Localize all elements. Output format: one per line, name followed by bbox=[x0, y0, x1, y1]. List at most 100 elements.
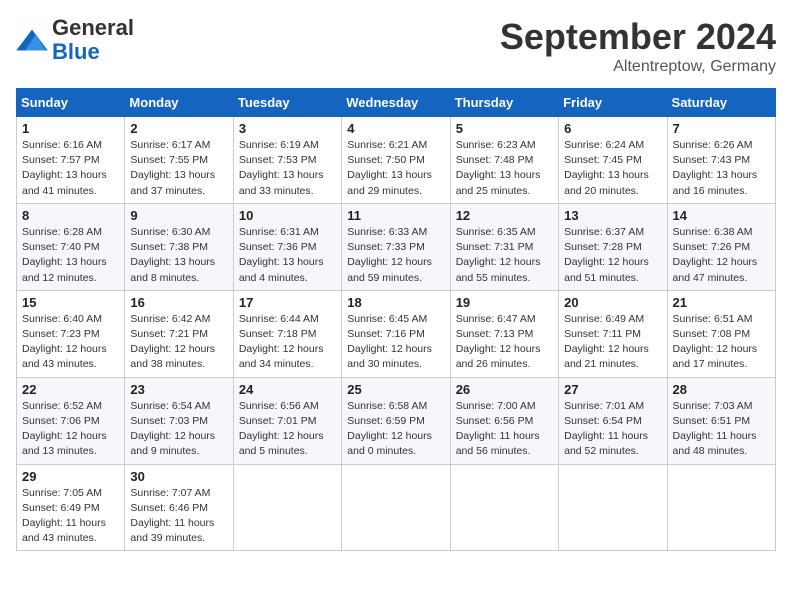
calendar-cell: 1 Sunrise: 6:16 AMSunset: 7:57 PMDaylight… bbox=[17, 117, 125, 204]
day-number: 21 bbox=[673, 295, 770, 310]
day-number: 6 bbox=[564, 121, 661, 136]
day-number: 9 bbox=[130, 208, 227, 223]
day-info: Sunrise: 6:30 AMSunset: 7:38 PMDaylight:… bbox=[130, 225, 227, 286]
title-block: September 2024 Altentreptow, Germany bbox=[500, 16, 776, 76]
calendar-cell: 27 Sunrise: 7:01 AMSunset: 6:54 PMDayligh… bbox=[559, 377, 667, 464]
calendar-cell bbox=[342, 464, 450, 551]
day-info: Sunrise: 6:37 AMSunset: 7:28 PMDaylight:… bbox=[564, 225, 661, 286]
calendar-week-3: 15 Sunrise: 6:40 AMSunset: 7:23 PMDayligh… bbox=[17, 290, 776, 377]
day-info: Sunrise: 6:16 AMSunset: 7:57 PMDaylight:… bbox=[22, 138, 119, 199]
day-number: 11 bbox=[347, 208, 444, 223]
day-info: Sunrise: 6:24 AMSunset: 7:45 PMDaylight:… bbox=[564, 138, 661, 199]
calendar-cell: 18 Sunrise: 6:45 AMSunset: 7:16 PMDayligh… bbox=[342, 290, 450, 377]
logo-text: General Blue bbox=[52, 16, 134, 64]
calendar-cell: 23 Sunrise: 6:54 AMSunset: 7:03 PMDayligh… bbox=[125, 377, 233, 464]
day-info: Sunrise: 6:35 AMSunset: 7:31 PMDaylight:… bbox=[456, 225, 553, 286]
day-number: 24 bbox=[239, 382, 336, 397]
calendar-week-4: 22 Sunrise: 6:52 AMSunset: 7:06 PMDayligh… bbox=[17, 377, 776, 464]
day-number: 7 bbox=[673, 121, 770, 136]
day-info: Sunrise: 6:52 AMSunset: 7:06 PMDaylight:… bbox=[22, 399, 119, 460]
calendar-cell bbox=[450, 464, 558, 551]
calendar-cell: 16Sunrise: 6:42 AMSunset: 7:21 PMDayligh… bbox=[125, 290, 233, 377]
col-header-friday: Friday bbox=[559, 89, 667, 117]
calendar-cell: 24 Sunrise: 6:56 AMSunset: 7:01 PMDayligh… bbox=[233, 377, 341, 464]
col-header-monday: Monday bbox=[125, 89, 233, 117]
month-title: September 2024 bbox=[500, 16, 776, 58]
day-info: Sunrise: 7:03 AMSunset: 6:51 PMDaylight:… bbox=[673, 399, 770, 460]
day-info: Sunrise: 6:19 AMSunset: 7:53 PMDaylight:… bbox=[239, 138, 336, 199]
calendar-cell bbox=[233, 464, 341, 551]
day-number: 14 bbox=[673, 208, 770, 223]
day-info: Sunrise: 6:40 AMSunset: 7:23 PMDaylight:… bbox=[22, 312, 119, 373]
calendar-cell: 9 Sunrise: 6:30 AMSunset: 7:38 PMDaylight… bbox=[125, 203, 233, 290]
col-header-tuesday: Tuesday bbox=[233, 89, 341, 117]
calendar-cell: 14Sunrise: 6:38 AMSunset: 7:26 PMDayligh… bbox=[667, 203, 775, 290]
day-info: Sunrise: 6:26 AMSunset: 7:43 PMDaylight:… bbox=[673, 138, 770, 199]
calendar-table: SundayMondayTuesdayWednesdayThursdayFrid… bbox=[16, 88, 776, 551]
col-header-wednesday: Wednesday bbox=[342, 89, 450, 117]
day-number: 23 bbox=[130, 382, 227, 397]
calendar-cell: 5 Sunrise: 6:23 AMSunset: 7:48 PMDaylight… bbox=[450, 117, 558, 204]
day-number: 8 bbox=[22, 208, 119, 223]
calendar-cell: 10Sunrise: 6:31 AMSunset: 7:36 PMDayligh… bbox=[233, 203, 341, 290]
day-info: Sunrise: 6:33 AMSunset: 7:33 PMDaylight:… bbox=[347, 225, 444, 286]
calendar-cell: 13Sunrise: 6:37 AMSunset: 7:28 PMDayligh… bbox=[559, 203, 667, 290]
calendar-cell: 12 Sunrise: 6:35 AMSunset: 7:31 PMDayligh… bbox=[450, 203, 558, 290]
day-number: 28 bbox=[673, 382, 770, 397]
day-number: 27 bbox=[564, 382, 661, 397]
calendar-cell: 4 Sunrise: 6:21 AMSunset: 7:50 PMDaylight… bbox=[342, 117, 450, 204]
day-number: 15 bbox=[22, 295, 119, 310]
calendar-cell: 29 Sunrise: 7:05 AMSunset: 6:49 PMDayligh… bbox=[17, 464, 125, 551]
day-number: 22 bbox=[22, 382, 119, 397]
day-info: Sunrise: 6:45 AMSunset: 7:16 PMDaylight:… bbox=[347, 312, 444, 373]
day-info: Sunrise: 6:54 AMSunset: 7:03 PMDaylight:… bbox=[130, 399, 227, 460]
logo: General Blue bbox=[16, 16, 134, 64]
day-number: 2 bbox=[130, 121, 227, 136]
day-info: Sunrise: 7:05 AMSunset: 6:49 PMDaylight:… bbox=[22, 486, 119, 547]
day-number: 4 bbox=[347, 121, 444, 136]
day-info: Sunrise: 6:17 AMSunset: 7:55 PMDaylight:… bbox=[130, 138, 227, 199]
day-number: 19 bbox=[456, 295, 553, 310]
day-number: 3 bbox=[239, 121, 336, 136]
day-number: 17 bbox=[239, 295, 336, 310]
day-info: Sunrise: 7:00 AMSunset: 6:56 PMDaylight:… bbox=[456, 399, 553, 460]
calendar-cell: 26 Sunrise: 7:00 AMSunset: 6:56 PMDayligh… bbox=[450, 377, 558, 464]
logo-icon bbox=[16, 26, 48, 54]
day-number: 30 bbox=[130, 469, 227, 484]
calendar-cell bbox=[667, 464, 775, 551]
day-number: 5 bbox=[456, 121, 553, 136]
day-number: 20 bbox=[564, 295, 661, 310]
day-info: Sunrise: 6:23 AMSunset: 7:48 PMDaylight:… bbox=[456, 138, 553, 199]
calendar-cell: 2 Sunrise: 6:17 AMSunset: 7:55 PMDaylight… bbox=[125, 117, 233, 204]
day-number: 25 bbox=[347, 382, 444, 397]
day-number: 12 bbox=[456, 208, 553, 223]
calendar-cell: 17 Sunrise: 6:44 AMSunset: 7:18 PMDayligh… bbox=[233, 290, 341, 377]
day-info: Sunrise: 6:28 AMSunset: 7:40 PMDaylight:… bbox=[22, 225, 119, 286]
day-info: Sunrise: 7:07 AMSunset: 6:46 PMDaylight:… bbox=[130, 486, 227, 547]
day-info: Sunrise: 6:58 AMSunset: 6:59 PMDaylight:… bbox=[347, 399, 444, 460]
day-info: Sunrise: 6:42 AMSunset: 7:21 PMDaylight:… bbox=[130, 312, 227, 373]
page-header: General Blue September 2024 Altentreptow… bbox=[16, 16, 776, 76]
day-info: Sunrise: 7:01 AMSunset: 6:54 PMDaylight:… bbox=[564, 399, 661, 460]
calendar-cell: 7 Sunrise: 6:26 AMSunset: 7:43 PMDaylight… bbox=[667, 117, 775, 204]
day-number: 18 bbox=[347, 295, 444, 310]
day-info: Sunrise: 6:51 AMSunset: 7:08 PMDaylight:… bbox=[673, 312, 770, 373]
calendar-cell: 19 Sunrise: 6:47 AMSunset: 7:13 PMDayligh… bbox=[450, 290, 558, 377]
day-info: Sunrise: 6:49 AMSunset: 7:11 PMDaylight:… bbox=[564, 312, 661, 373]
day-number: 29 bbox=[22, 469, 119, 484]
calendar-week-5: 29 Sunrise: 7:05 AMSunset: 6:49 PMDayligh… bbox=[17, 464, 776, 551]
calendar-week-1: 1 Sunrise: 6:16 AMSunset: 7:57 PMDaylight… bbox=[17, 117, 776, 204]
location-subtitle: Altentreptow, Germany bbox=[500, 58, 776, 76]
calendar-cell: 22 Sunrise: 6:52 AMSunset: 7:06 PMDayligh… bbox=[17, 377, 125, 464]
calendar-cell: 6 Sunrise: 6:24 AMSunset: 7:45 PMDaylight… bbox=[559, 117, 667, 204]
day-number: 10 bbox=[239, 208, 336, 223]
calendar-cell: 28 Sunrise: 7:03 AMSunset: 6:51 PMDayligh… bbox=[667, 377, 775, 464]
day-number: 1 bbox=[22, 121, 119, 136]
day-info: Sunrise: 6:21 AMSunset: 7:50 PMDaylight:… bbox=[347, 138, 444, 199]
day-info: Sunrise: 6:56 AMSunset: 7:01 PMDaylight:… bbox=[239, 399, 336, 460]
day-info: Sunrise: 6:47 AMSunset: 7:13 PMDaylight:… bbox=[456, 312, 553, 373]
calendar-cell: 25 Sunrise: 6:58 AMSunset: 6:59 PMDayligh… bbox=[342, 377, 450, 464]
day-number: 26 bbox=[456, 382, 553, 397]
calendar-cell: 20 Sunrise: 6:49 AMSunset: 7:11 PMDayligh… bbox=[559, 290, 667, 377]
day-info: Sunrise: 6:44 AMSunset: 7:18 PMDaylight:… bbox=[239, 312, 336, 373]
